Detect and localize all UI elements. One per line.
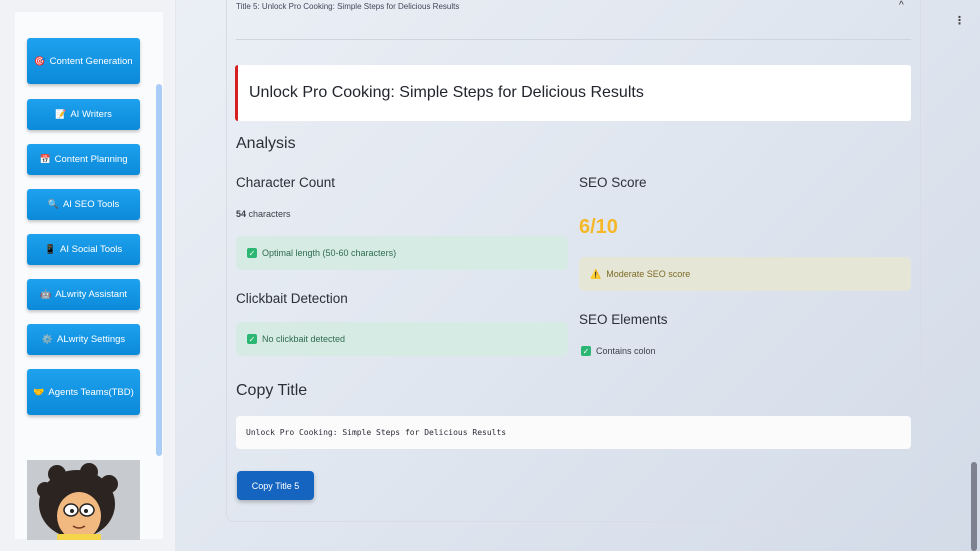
- more-options-icon[interactable]: ⋮: [954, 14, 965, 27]
- analysis-heading: Analysis: [236, 135, 296, 152]
- copy-button-label: Copy Title 5: [251, 480, 300, 491]
- nav-ai-seo-tools[interactable]: 🔍 AI SEO Tools: [27, 189, 140, 220]
- magnifier-icon: 🔍: [47, 199, 59, 209]
- avatar-illustration: [27, 460, 140, 540]
- char-count-status-text: Optimal length (50-60 characters): [262, 248, 397, 258]
- seo-elements-heading: SEO Elements: [579, 312, 668, 327]
- nav-agents-teams[interactable]: 🤝 Agents Teams(TBD): [27, 369, 140, 415]
- chevron-up-icon[interactable]: ^: [899, 0, 904, 11]
- sidebar-scrollbar[interactable]: [156, 84, 162, 456]
- nav-label: ALwrity Settings: [57, 334, 126, 345]
- nav-label: AI Writers: [70, 109, 112, 120]
- target-icon: 🎯: [34, 55, 46, 66]
- gear-icon: ⚙️: [41, 334, 54, 344]
- nav-label: Content Planning: [54, 154, 128, 165]
- nav-alwrity-assistant[interactable]: 🤖 ALwrity Assistant: [27, 279, 140, 310]
- char-count-unit: characters: [248, 209, 291, 219]
- nav-content-generation[interactable]: 🎯 Content Generation: [27, 38, 140, 84]
- nav-ai-writers[interactable]: 📝 AI Writers: [27, 99, 140, 130]
- seo-element-item: ✓ Contains colon: [581, 346, 656, 356]
- clickbait-status-text: No clickbait detected: [262, 334, 346, 344]
- headline-box: Unlock Pro Cooking: Simple Steps for Del…: [235, 65, 911, 121]
- nav-label: Agents Teams(TBD): [48, 386, 134, 398]
- main-scrollbar[interactable]: [971, 462, 977, 551]
- handshake-icon: 🤝: [33, 386, 45, 397]
- seo-score-status: ⚠️ Moderate SEO score: [579, 257, 911, 291]
- check-icon: ✓: [247, 248, 257, 258]
- nav-alwrity-settings[interactable]: ⚙️ ALwrity Settings: [27, 324, 140, 355]
- nav-ai-social-tools[interactable]: 📱 AI Social Tools: [27, 234, 140, 265]
- check-icon: ✓: [247, 334, 257, 344]
- seo-element-text: Contains colon: [596, 346, 656, 356]
- copy-code-text: Unlock Pro Cooking: Simple Steps for Del…: [246, 428, 507, 437]
- char-count-text: 54 characters: [236, 209, 291, 219]
- check-icon: ✓: [581, 346, 591, 356]
- robot-icon: 🤖: [39, 289, 52, 299]
- seo-score-value: 6/10: [579, 216, 618, 238]
- memo-icon: 📝: [55, 109, 67, 119]
- seo-score-heading: SEO Score: [579, 175, 647, 190]
- calendar-icon: 📅: [39, 154, 51, 164]
- warning-icon: ⚠️: [590, 268, 602, 279]
- copy-heading: Copy Title: [236, 382, 308, 399]
- seo-score-status-text: Moderate SEO score: [606, 269, 691, 279]
- divider: [236, 39, 911, 40]
- copy-title-button[interactable]: Copy Title 5: [237, 471, 314, 500]
- avatar: [27, 460, 140, 540]
- nav-label: AI SEO Tools: [62, 199, 120, 210]
- headline-text: Unlock Pro Cooking: Simple Steps for Del…: [249, 84, 644, 101]
- clickbait-status: ✓ No clickbait detected: [236, 322, 568, 356]
- clickbait-heading: Clickbait Detection: [236, 291, 348, 306]
- char-count-heading: Character Count: [236, 175, 336, 190]
- nav-content-planning[interactable]: 📅 Content Planning: [27, 144, 140, 175]
- nav-label: ALwrity Assistant: [55, 289, 128, 300]
- nav-label: AI Social Tools: [60, 244, 123, 255]
- char-count-status: ✓ Optimal length (50-60 characters): [236, 236, 568, 270]
- nav-label: Content Generation: [49, 55, 133, 67]
- phone-icon: 📱: [44, 244, 57, 254]
- char-count-value: 54: [236, 209, 247, 219]
- copy-code-block[interactable]: Unlock Pro Cooking: Simple Steps for Del…: [236, 416, 911, 449]
- expander-title[interactable]: Title 5: Unlock Pro Cooking: Simple Step…: [236, 2, 459, 11]
